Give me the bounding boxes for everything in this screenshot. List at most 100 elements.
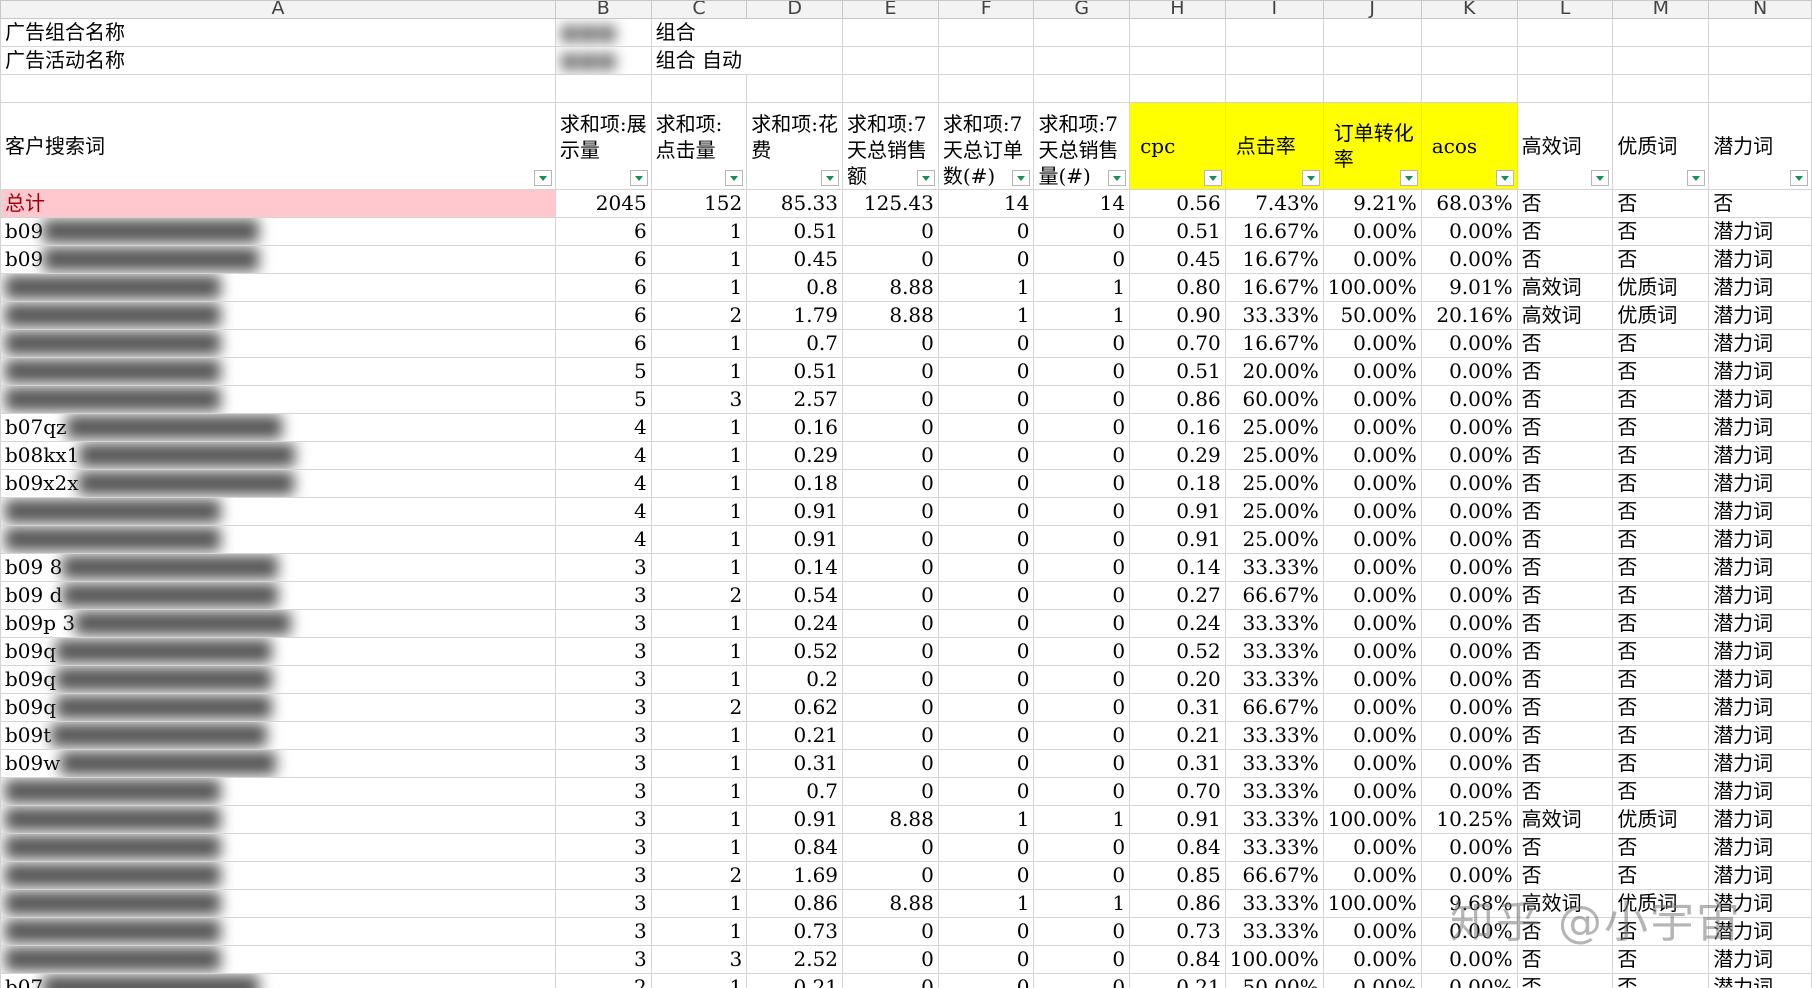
empty-cell[interactable] xyxy=(746,74,844,103)
clicks-cell[interactable]: 1 xyxy=(650,777,748,806)
quality-cell[interactable]: 否 xyxy=(1612,441,1710,470)
cpc-cell[interactable]: 0.70 xyxy=(1129,329,1226,358)
empty-cell[interactable] xyxy=(1033,46,1131,75)
filter-dropdown-icon[interactable] xyxy=(1790,170,1808,186)
cpc-cell[interactable]: 0.84 xyxy=(1129,945,1226,974)
clicks-cell[interactable]: 2 xyxy=(650,581,748,610)
impressions-cell[interactable]: 3 xyxy=(554,889,652,918)
column-header-b[interactable]: B xyxy=(554,0,652,19)
spend-cell[interactable]: 1.69 xyxy=(746,861,844,890)
sales-cell[interactable]: 0 xyxy=(842,329,939,358)
orders-cell[interactable]: 0 xyxy=(937,749,1035,778)
spend-cell[interactable]: 2.52 xyxy=(746,945,844,974)
units-cell[interactable]: 0 xyxy=(1033,245,1131,274)
empty-cell[interactable] xyxy=(842,74,939,103)
search-term-cell[interactable]: ██████████████ xyxy=(0,301,556,330)
units-cell[interactable]: 0 xyxy=(1033,777,1131,806)
ctr-cell[interactable]: 66.67% xyxy=(1224,693,1324,722)
quality-cell[interactable]: 否 xyxy=(1612,777,1710,806)
filter-dropdown-icon[interactable] xyxy=(725,170,744,186)
cvr-cell[interactable]: 0.00% xyxy=(1322,497,1422,526)
units-cell[interactable]: 0 xyxy=(1033,441,1131,470)
cpc-cell[interactable]: 0.14 xyxy=(1129,553,1226,582)
efficient-cell[interactable]: 否 xyxy=(1516,329,1614,358)
cvr-cell[interactable]: 0.00% xyxy=(1322,749,1422,778)
cvr-cell[interactable]: 0.00% xyxy=(1322,777,1422,806)
info-value[interactable]: 组合 xyxy=(650,18,844,47)
ctr-cell[interactable]: 16.67% xyxy=(1224,217,1324,246)
search-term-cell[interactable]: b09██████████████ xyxy=(0,245,556,274)
orders-cell[interactable]: 0 xyxy=(937,441,1035,470)
acos-cell[interactable]: 10.25% xyxy=(1420,805,1518,834)
potential-cell[interactable]: 潜力词 xyxy=(1708,385,1812,414)
units-cell[interactable]: 0 xyxy=(1033,833,1131,862)
cvr-cell[interactable]: 0.00% xyxy=(1322,413,1422,442)
units-cell[interactable]: 0 xyxy=(1033,329,1131,358)
cvr-cell[interactable]: 0.00% xyxy=(1322,637,1422,666)
filter-dropdown-icon[interactable] xyxy=(916,170,935,186)
clicks-cell[interactable]: 1 xyxy=(650,273,748,302)
quality-cell[interactable]: 否 xyxy=(1612,833,1710,862)
acos-cell[interactable]: 0.00% xyxy=(1420,749,1518,778)
acos-cell[interactable]: 0.00% xyxy=(1420,581,1518,610)
filter-dropdown-icon[interactable] xyxy=(1108,170,1127,186)
efficient-cell[interactable]: 高效词 xyxy=(1516,273,1614,302)
acos-cell[interactable]: 0.00% xyxy=(1420,441,1518,470)
cpc-cell[interactable]: 0.21 xyxy=(1129,721,1226,750)
efficient-cell[interactable]: 否 xyxy=(1516,721,1614,750)
impressions-cell[interactable]: 5 xyxy=(554,385,652,414)
units-cell[interactable]: 0 xyxy=(1033,973,1131,988)
potential-cell[interactable]: 潜力词 xyxy=(1708,637,1812,666)
impressions-cell[interactable]: 3 xyxy=(554,945,652,974)
impressions-cell[interactable]: 3 xyxy=(554,721,652,750)
spend-cell[interactable]: 0.18 xyxy=(746,469,844,498)
impressions-cell[interactable]: 3 xyxy=(554,777,652,806)
header-cell[interactable]: 求和项:7天总销售量(#) xyxy=(1033,102,1131,190)
spend-cell[interactable]: 0.51 xyxy=(746,217,844,246)
units-cell[interactable]: 0 xyxy=(1033,749,1131,778)
filter-dropdown-icon[interactable] xyxy=(1591,170,1610,186)
cvr-cell[interactable]: 0.00% xyxy=(1322,469,1422,498)
search-term-cell[interactable]: ██████████████ xyxy=(0,273,556,302)
empty-cell[interactable] xyxy=(1420,74,1518,103)
quality-cell[interactable]: 优质词 xyxy=(1612,273,1710,302)
cvr-cell[interactable]: 0.00% xyxy=(1322,385,1422,414)
acos-cell[interactable]: 0.00% xyxy=(1420,245,1518,274)
search-term-cell[interactable]: b09q██████████████ xyxy=(0,637,556,666)
impressions-cell[interactable]: 3 xyxy=(554,861,652,890)
potential-cell[interactable]: 潜力词 xyxy=(1708,833,1812,862)
spend-cell[interactable]: 0.91 xyxy=(746,805,844,834)
spend-cell[interactable]: 0.86 xyxy=(746,889,844,918)
cvr-cell[interactable]: 0.00% xyxy=(1322,665,1422,694)
impressions-cell[interactable]: 3 xyxy=(554,917,652,946)
header-cell[interactable]: 求和项:7天总订单数(#) xyxy=(937,102,1035,190)
acos-cell[interactable]: 0.00% xyxy=(1420,665,1518,694)
ctr-cell[interactable]: 16.67% xyxy=(1224,245,1324,274)
orders-cell[interactable]: 0 xyxy=(937,469,1035,498)
ctr-cell[interactable]: 20.00% xyxy=(1224,357,1324,386)
search-term-cell[interactable]: b08kx1██████████████ xyxy=(0,441,556,470)
info-label[interactable]: 广告组合名称 xyxy=(0,18,556,47)
spend-cell[interactable]: 0.8 xyxy=(746,273,844,302)
sales-cell[interactable]: 0 xyxy=(842,973,939,988)
impressions-cell[interactable]: 4 xyxy=(554,469,652,498)
search-term-cell[interactable]: ██████████████ xyxy=(0,525,556,554)
column-header-e[interactable]: E xyxy=(842,0,939,19)
ctr-cell[interactable]: 16.67% xyxy=(1224,329,1324,358)
cpc-cell[interactable]: 0.70 xyxy=(1129,777,1226,806)
search-term-cell[interactable]: ██████████████ xyxy=(0,833,556,862)
empty-cell[interactable] xyxy=(1129,74,1226,103)
cvr-cell[interactable]: 0.00% xyxy=(1322,609,1422,638)
ctr-cell[interactable]: 25.00% xyxy=(1224,525,1324,554)
cpc-cell[interactable]: 0.18 xyxy=(1129,469,1226,498)
orders-cell[interactable]: 1 xyxy=(937,301,1035,330)
filter-dropdown-icon[interactable] xyxy=(1687,170,1706,186)
empty-cell[interactable] xyxy=(1224,46,1324,75)
cpc-cell[interactable]: 0.29 xyxy=(1129,441,1226,470)
sales-cell[interactable]: 0 xyxy=(842,721,939,750)
search-term-cell[interactable]: b09 8██████████████ xyxy=(0,553,556,582)
empty-cell[interactable] xyxy=(1420,18,1518,47)
efficient-cell[interactable]: 否 xyxy=(1516,749,1614,778)
clicks-cell[interactable]: 1 xyxy=(650,497,748,526)
ctr-cell[interactable]: 25.00% xyxy=(1224,497,1324,526)
